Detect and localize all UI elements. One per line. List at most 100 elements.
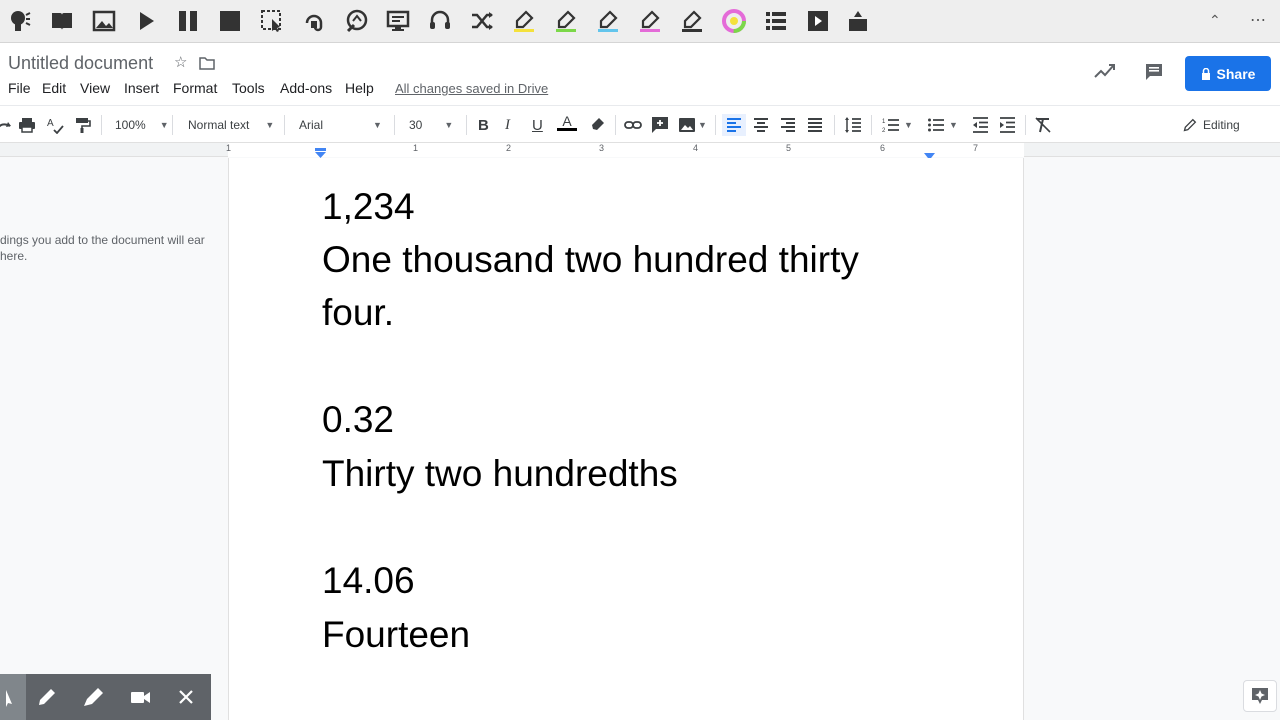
style-value: Normal text <box>188 118 250 132</box>
editing-mode-select[interactable]: Editing <box>1182 114 1240 136</box>
align-justify-icon[interactable] <box>806 114 824 136</box>
export-icon[interactable] <box>843 6 873 36</box>
speak-icon[interactable] <box>5 6 35 36</box>
paint-format-icon[interactable] <box>73 114 91 136</box>
menu-view[interactable]: View <box>80 80 110 96</box>
divider <box>466 115 467 135</box>
spellcheck-icon[interactable]: A <box>46 114 64 136</box>
listen-icon[interactable] <box>299 6 329 36</box>
shuffle-icon[interactable] <box>467 6 497 36</box>
menu-file[interactable]: File <box>8 80 31 96</box>
ruler-label: 5 <box>786 143 792 153</box>
redo-icon[interactable] <box>0 114 14 136</box>
line-spacing-icon[interactable] <box>844 114 862 136</box>
ruler-label: 2 <box>506 143 512 153</box>
divider <box>101 115 102 135</box>
doc-line[interactable]: Fourteen <box>322 614 470 656</box>
decrease-indent-icon[interactable] <box>971 114 989 136</box>
video-icon[interactable] <box>803 6 833 36</box>
marker-icon[interactable] <box>70 674 116 720</box>
collapse-chevron-icon[interactable]: ⌃ <box>1209 12 1221 29</box>
highlighter-green-icon[interactable] <box>551 6 581 36</box>
pause-icon[interactable] <box>173 6 203 36</box>
annotation-toolbar <box>0 674 211 720</box>
menu-insert[interactable]: Insert <box>124 80 159 96</box>
menu-addons[interactable]: Add-ons <box>280 80 332 96</box>
camera-icon[interactable] <box>117 674 163 720</box>
explore-button[interactable] <box>1243 680 1277 712</box>
share-button[interactable]: Share <box>1185 56 1271 91</box>
pencil-icon <box>1183 118 1197 131</box>
divider <box>715 115 716 135</box>
divider <box>394 115 395 135</box>
color-wheel-icon[interactable] <box>719 6 749 36</box>
document-title[interactable]: Untitled document <box>8 53 153 74</box>
play-icon[interactable] <box>131 6 161 36</box>
chevron-down-icon: ▼ <box>444 120 454 130</box>
doc-line[interactable]: One thousand two hundred thirty <box>322 239 859 281</box>
menu-help[interactable]: Help <box>345 80 374 96</box>
translate-icon[interactable] <box>341 6 371 36</box>
headset-icon[interactable] <box>425 6 455 36</box>
doc-line[interactable]: 1,234 <box>322 186 415 228</box>
close-icon[interactable] <box>163 674 209 720</box>
align-right-icon[interactable] <box>779 114 797 136</box>
chevron-down-icon: ▼ <box>265 120 275 130</box>
list-icon[interactable] <box>761 6 791 36</box>
print-icon[interactable] <box>18 114 36 136</box>
menu-edit[interactable]: Edit <box>42 80 66 96</box>
doc-line[interactable]: 14.06 <box>322 560 415 602</box>
divider <box>172 115 173 135</box>
activity-trend-icon[interactable] <box>1094 63 1116 84</box>
book-icon[interactable] <box>47 6 77 36</box>
image-icon[interactable] <box>89 6 119 36</box>
insert-image-icon[interactable]: ▼ <box>678 114 707 136</box>
star-icon[interactable]: ☆ <box>174 53 187 71</box>
comments-icon[interactable] <box>1144 62 1164 87</box>
font-size-select[interactable]: 30 ▼ <box>409 114 453 136</box>
share-label: Share <box>1216 65 1256 82</box>
ruler-page-area <box>228 143 1024 157</box>
eraser-icon[interactable] <box>677 6 707 36</box>
ruler-label: 4 <box>693 143 699 153</box>
highlight-color-icon[interactable] <box>588 114 606 136</box>
more-icon[interactable]: ⋯ <box>1250 10 1267 30</box>
save-status[interactable]: All changes saved in Drive <box>395 81 548 96</box>
increase-indent-icon[interactable] <box>998 114 1016 136</box>
bulleted-list-icon[interactable]: ▼ <box>927 114 958 136</box>
highlighter-yellow-icon[interactable] <box>509 6 539 36</box>
pen-icon[interactable] <box>24 674 70 720</box>
ruler-label: 6 <box>880 143 886 153</box>
svg-text:A: A <box>47 118 54 129</box>
font-select[interactable]: Arial ▼ <box>299 114 382 136</box>
align-left-button[interactable] <box>722 114 746 136</box>
link-icon[interactable] <box>624 114 642 136</box>
highlighter-pink-icon[interactable] <box>635 6 665 36</box>
stop-icon[interactable] <box>215 6 245 36</box>
highlighter-blue-icon[interactable] <box>593 6 623 36</box>
underline-button[interactable]: U <box>532 114 543 136</box>
chevron-down-icon: ▼ <box>949 120 958 130</box>
numbered-list-icon[interactable]: 1 2 ▼ <box>882 114 913 136</box>
add-comment-icon[interactable] <box>651 114 669 136</box>
align-center-icon[interactable] <box>752 114 770 136</box>
clear-formatting-icon[interactable] <box>1034 114 1052 136</box>
cursor-icon[interactable] <box>0 674 26 720</box>
outline-hint: dings you add to the document will ear h… <box>0 233 205 263</box>
screen-icon[interactable] <box>383 6 413 36</box>
style-select[interactable]: Normal text ▼ <box>188 114 274 136</box>
bold-button[interactable]: B <box>478 114 489 136</box>
text-color-button[interactable]: A <box>557 114 577 136</box>
italic-button[interactable]: I <box>505 114 510 136</box>
doc-line[interactable]: Thirty two hundredths <box>322 453 678 495</box>
editing-label: Editing <box>1203 118 1240 132</box>
doc-line[interactable]: four. <box>322 292 394 334</box>
doc-line[interactable]: 0.32 <box>322 399 394 441</box>
zoom-select[interactable]: 100% ▼ <box>115 114 169 136</box>
menu-format[interactable]: Format <box>173 80 217 96</box>
divider <box>834 115 835 135</box>
move-folder-icon[interactable] <box>199 56 215 75</box>
menu-tools[interactable]: Tools <box>232 80 265 96</box>
chevron-down-icon: ▼ <box>373 120 382 130</box>
screenshot-select-icon[interactable] <box>257 6 287 36</box>
